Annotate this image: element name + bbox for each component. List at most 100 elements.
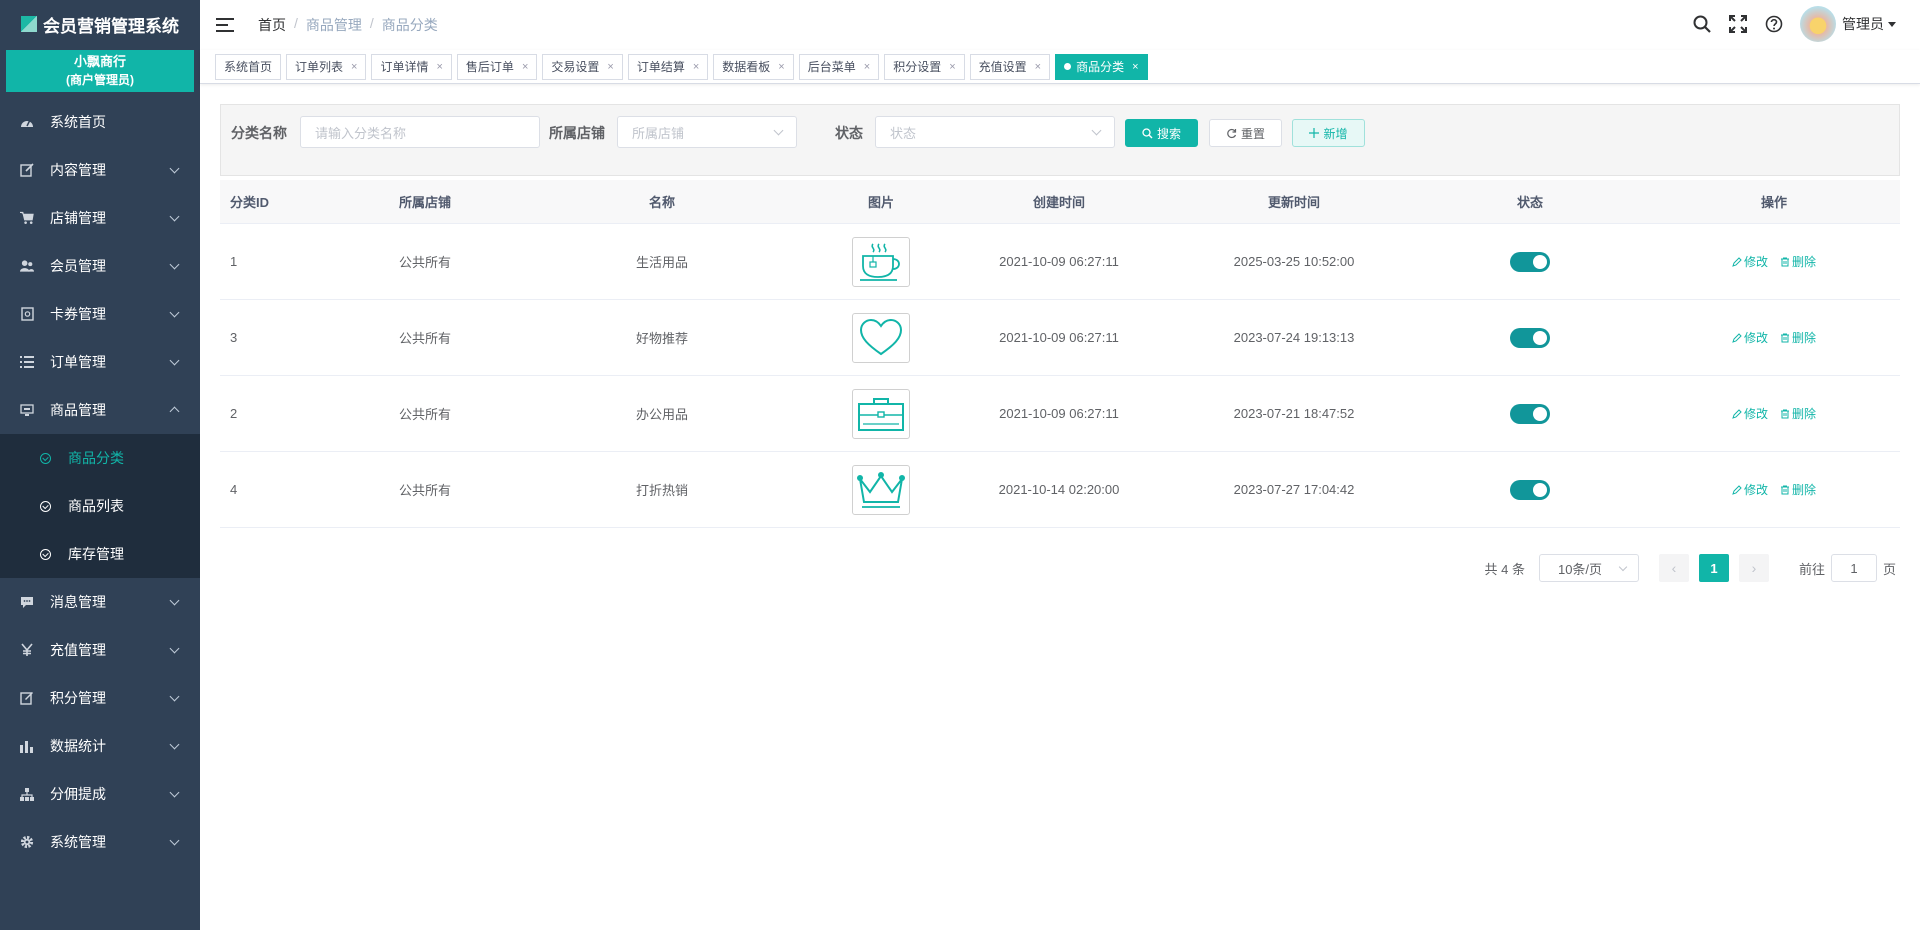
avatar[interactable] — [1800, 6, 1836, 42]
status-switch[interactable] — [1510, 327, 1550, 348]
edit-button[interactable]: 修改 — [1732, 329, 1768, 346]
shop-info[interactable]: 小飘商行 (商户管理员) — [6, 50, 194, 92]
tag-label: 后台菜单 — [807, 60, 856, 74]
active-dot — [1064, 63, 1072, 70]
pagination: 共 4 条 10条/页 ‹ 1 › 前往 1 页 — [1485, 554, 1896, 582]
sidebar-item-content[interactable]: 内容管理 — [0, 146, 200, 194]
coupon-icon — [20, 307, 34, 321]
sidebar-item-dashboard[interactable]: 系统首页 — [0, 98, 200, 146]
edit-label: 修改 — [1743, 255, 1768, 269]
delete-button[interactable]: 删除 — [1780, 329, 1816, 346]
column-header: 所属店铺 — [398, 195, 451, 210]
breadcrumb-home[interactable]: 首页 — [258, 15, 286, 35]
goto-label: 前往 — [1798, 561, 1825, 577]
close-icon[interactable]: × — [522, 61, 528, 73]
add-button[interactable]: 新增 — [1292, 119, 1365, 147]
cell-actions: 修改 删除 — [1648, 253, 1900, 270]
status-switch[interactable] — [1510, 479, 1550, 500]
tag-order-detail[interactable]: 订单详情 × — [371, 53, 452, 80]
close-icon[interactable]: × — [607, 61, 613, 73]
shop-select[interactable]: 所属店铺 — [617, 116, 797, 148]
tag-trade-settings[interactable]: 交易设置 × — [542, 53, 623, 80]
goto-page-input[interactable]: 1 — [1830, 554, 1877, 582]
edit-icon — [1732, 484, 1742, 495]
prev-page-button[interactable]: ‹ — [1658, 554, 1689, 582]
reset-button[interactable]: 重置 — [1209, 119, 1282, 147]
sidebar-subitem-stock[interactable]: 库存管理 — [0, 530, 200, 578]
breadcrumb-goods[interactable]: 商品管理 — [306, 15, 362, 35]
category-image[interactable] — [852, 388, 910, 439]
sidebar-item-statistics[interactable]: 数据统计 — [0, 722, 200, 770]
app-logo: 会员营销管理系统 — [0, 0, 200, 48]
chevron-down-icon — [773, 125, 784, 136]
sidebar-item-system[interactable]: 系统管理 — [0, 818, 200, 866]
category-image[interactable] — [852, 464, 910, 515]
close-icon[interactable]: × — [351, 61, 357, 73]
tag-points-settings[interactable]: 积分设置 × — [884, 53, 965, 80]
menu-toggle-icon[interactable] — [216, 17, 234, 33]
edit-button[interactable]: 修改 — [1732, 253, 1768, 270]
sidebar-subitem-goods-list[interactable]: 商品列表 — [0, 482, 200, 530]
help-icon[interactable] — [1764, 14, 1784, 34]
tag-goods-category[interactable]: 商品分类 × — [1055, 53, 1148, 80]
tag-recharge-settings[interactable]: 充值设置 × — [969, 53, 1051, 80]
tag-order-list[interactable]: 订单列表 × — [286, 53, 367, 80]
category-image[interactable] — [852, 236, 910, 287]
chevron-down-icon — [169, 691, 180, 702]
close-icon[interactable]: × — [949, 61, 955, 73]
page-size-select[interactable]: 10条/页 — [1538, 554, 1639, 582]
delete-button[interactable]: 删除 — [1780, 405, 1816, 422]
category-name-input[interactable]: 请输入分类名称 — [300, 116, 540, 148]
close-icon[interactable]: × — [778, 61, 784, 73]
chevron-left-icon: ‹ — [1671, 560, 1677, 576]
close-icon[interactable]: × — [1035, 61, 1041, 73]
teacup-icon — [860, 242, 900, 281]
user-menu[interactable]: 管理员 — [1842, 14, 1896, 34]
sidebar-item-coupons[interactable]: 卡券管理 — [0, 290, 200, 338]
sidebar-subitem-label: 商品分类 — [68, 450, 124, 466]
cell-created: 2021-10-09 06:27:11 — [999, 330, 1119, 345]
sidebar-item-members[interactable]: 会员管理 — [0, 242, 200, 290]
close-icon[interactable]: × — [436, 61, 442, 73]
page-number-current[interactable]: 1 — [1698, 554, 1729, 582]
sidebar-item-orders[interactable]: 订单管理 — [0, 338, 200, 386]
cell-id: 4 — [230, 482, 238, 497]
edit-button[interactable]: 修改 — [1732, 481, 1768, 498]
fullscreen-icon[interactable] — [1728, 14, 1748, 34]
sidebar-item-commission[interactable]: 分佣提成 — [0, 770, 200, 818]
edit-button[interactable]: 修改 — [1732, 405, 1768, 422]
tag-admin-menu[interactable]: 后台菜单 × — [798, 53, 880, 80]
cell-id: 2 — [230, 406, 238, 421]
delete-button[interactable]: 删除 — [1780, 253, 1816, 270]
close-icon[interactable]: × — [864, 61, 870, 73]
tag-data-board[interactable]: 数据看板 × — [713, 53, 794, 80]
page-jumper: 前往 1 页 — [1799, 554, 1896, 582]
tag-home[interactable]: 系统首页 — [215, 53, 282, 80]
tag-settlement[interactable]: 订单结算 × — [627, 53, 709, 80]
next-page-button[interactable]: › — [1738, 554, 1769, 582]
status-select[interactable]: 状态 — [875, 116, 1115, 148]
column-header: 名称 — [648, 195, 675, 210]
close-icon[interactable]: × — [693, 61, 699, 73]
sidebar-subitem-goods-category[interactable]: 商品分类 — [0, 434, 200, 482]
category-image[interactable] — [852, 312, 910, 363]
status-switch[interactable] — [1510, 403, 1550, 424]
tag-aftersale[interactable]: 售后订单 × — [456, 53, 538, 80]
search-button[interactable]: 搜索 — [1125, 119, 1198, 147]
close-icon[interactable]: × — [1132, 61, 1138, 73]
search-form: 分类名称 请输入分类名称 所属店铺 所属店铺 状态 状态 搜索 重置 新增 — [220, 104, 1900, 176]
chevron-down-icon — [169, 739, 180, 750]
app-title: 会员营销管理系统 — [43, 16, 179, 36]
cell-image — [820, 312, 942, 363]
chevron-down-icon — [169, 787, 180, 798]
sidebar-item-label: 积分管理 — [50, 690, 106, 706]
delete-button[interactable]: 删除 — [1780, 481, 1816, 498]
sidebar-item-recharge[interactable]: 充值管理 — [0, 626, 200, 674]
sidebar-item-messages[interactable]: 消息管理 — [0, 578, 200, 626]
status-switch[interactable] — [1510, 251, 1550, 272]
search-icon[interactable] — [1692, 14, 1712, 34]
sidebar-item-points[interactable]: 积分管理 — [0, 674, 200, 722]
cell-shop: 公共所有 — [398, 255, 451, 270]
sidebar-item-goods[interactable]: 商品管理 — [0, 386, 200, 434]
sidebar-item-store[interactable]: 店铺管理 — [0, 194, 200, 242]
